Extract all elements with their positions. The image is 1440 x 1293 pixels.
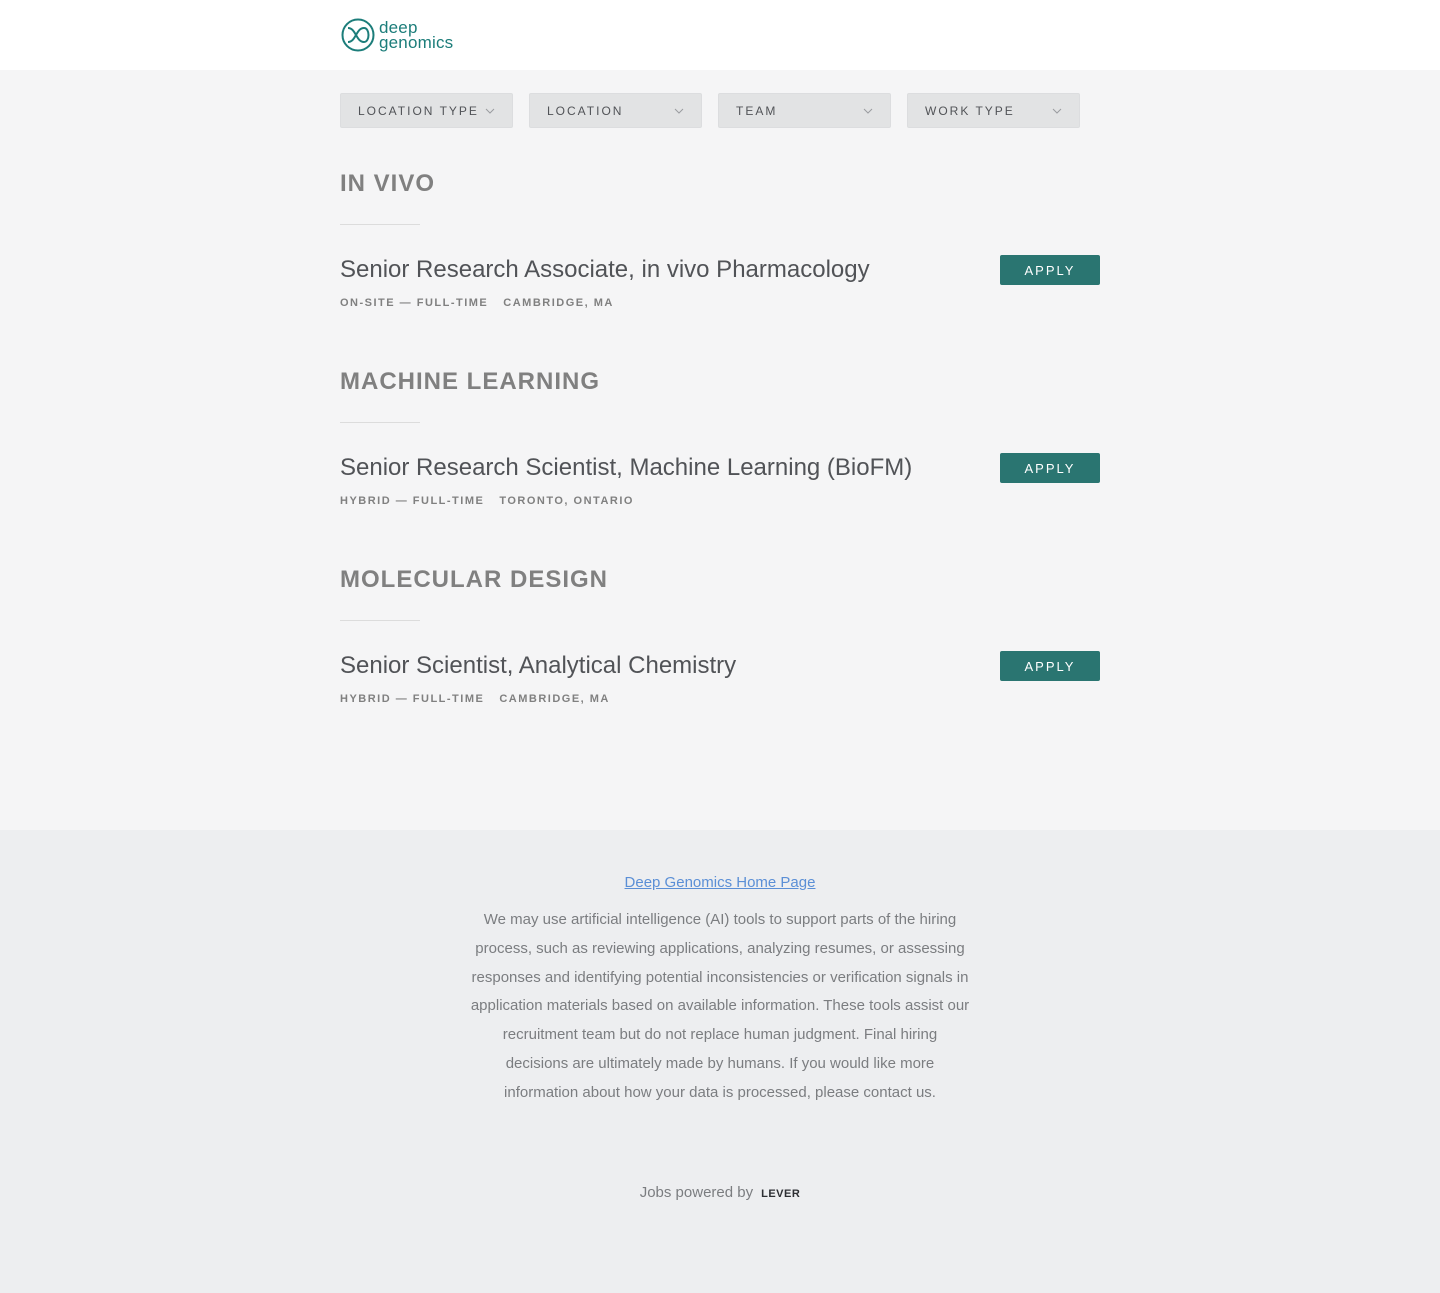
- posting-workplace: HYBRID — FULL-TIME: [340, 693, 485, 705]
- posting-workplace: ON-SITE — FULL-TIME: [340, 297, 489, 309]
- deep-genomics-logo[interactable]: deep genomics: [340, 16, 453, 54]
- filter-team-label: TEAM: [736, 103, 778, 118]
- team-divider: [340, 224, 420, 225]
- filter-location-label: LOCATION: [547, 103, 624, 118]
- filter-location[interactable]: LOCATION: [529, 93, 702, 128]
- team-title: IN VIVO: [340, 170, 436, 197]
- ai-notice-text: We may use artificial intelligence (AI) …: [470, 911, 970, 1101]
- home-page-link[interactable]: Deep Genomics Home Page: [0, 874, 1440, 891]
- apply-button[interactable]: APPLY: [1000, 651, 1100, 681]
- apply-button[interactable]: APPLY: [1000, 255, 1100, 285]
- lever-logo[interactable]: LEVER: [761, 1188, 800, 1200]
- logo-wordmark: deep genomics: [379, 19, 454, 52]
- posting-location: CAMBRIDGE, MA: [499, 693, 610, 705]
- filter-work-type-label: WORK TYPE: [925, 103, 1015, 118]
- posting-title[interactable]: Senior Scientist, Analytical Chemistry: [340, 652, 736, 680]
- chevron-down-icon: [485, 108, 495, 114]
- filter-team[interactable]: TEAM: [718, 93, 891, 128]
- posting-meta: HYBRID — FULL-TIME TORONTO, ONTARIO: [340, 495, 634, 507]
- posting-workplace: HYBRID — FULL-TIME: [340, 495, 485, 507]
- filter-bar: LOCATION TYPE LOCATION TEAM WORK TYPE: [340, 93, 1080, 128]
- team-divider: [340, 620, 420, 621]
- team-title: MACHINE LEARNING: [340, 368, 600, 395]
- page-footer: Deep Genomics Home Page We may use artif…: [0, 830, 1440, 1293]
- postings-main: LOCATION TYPE LOCATION TEAM WORK TYPE IN…: [0, 70, 1440, 830]
- deep-genomics-logo-icon: [341, 18, 375, 52]
- chevron-down-icon: [863, 108, 873, 114]
- powered-by-label: Jobs powered by: [639, 1184, 754, 1201]
- chevron-down-icon: [674, 108, 684, 114]
- chevron-down-icon: [1052, 108, 1062, 114]
- posting-title[interactable]: Senior Research Scientist, Machine Learn…: [340, 454, 912, 482]
- apply-button[interactable]: APPLY: [1000, 453, 1100, 483]
- posting-location: CAMBRIDGE, MA: [503, 297, 614, 309]
- posting-meta: HYBRID — FULL-TIME CAMBRIDGE, MA: [340, 693, 610, 705]
- logo-line-2: genomics: [379, 33, 454, 52]
- posting-location: TORONTO, ONTARIO: [499, 495, 634, 507]
- team-title: MOLECULAR DESIGN: [340, 566, 608, 593]
- posting-meta: ON-SITE — FULL-TIME CAMBRIDGE, MA: [340, 297, 614, 309]
- posting-title[interactable]: Senior Research Associate, in vivo Pharm…: [340, 256, 870, 284]
- page-header: deep genomics: [0, 0, 1440, 70]
- filter-location-type-label: LOCATION TYPE: [358, 103, 479, 118]
- filter-location-type[interactable]: LOCATION TYPE: [340, 93, 513, 128]
- powered-by: Jobs powered by LEVER: [0, 1184, 1440, 1201]
- team-divider: [340, 422, 420, 423]
- filter-work-type[interactable]: WORK TYPE: [907, 93, 1080, 128]
